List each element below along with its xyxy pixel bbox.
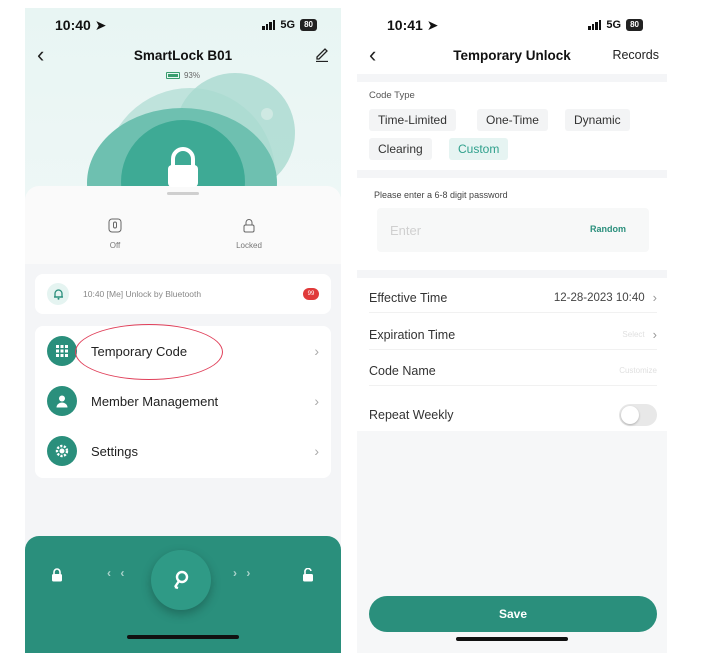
page-title: SmartLock B01 [133, 47, 233, 63]
nav-bar: ‹ SmartLock B01 [25, 42, 341, 68]
door-state: Off [75, 218, 155, 250]
expiration-time-placeholder: Select [622, 330, 645, 339]
network-label: 5G [280, 19, 296, 31]
code-type-one-time[interactable]: One-Time [477, 109, 548, 131]
battery-level: 93% [25, 71, 341, 80]
hero-bubble [261, 108, 273, 120]
annotation-circle [75, 324, 223, 380]
status-bar: 10:40 ➤ 5G 80 [25, 8, 341, 42]
swipe-left-arrows: ‹ ‹ [107, 566, 128, 580]
signal-icon [588, 20, 602, 30]
code-type-label: Code Type [369, 90, 415, 101]
keypad-icon [47, 336, 77, 366]
location-arrow-icon: ➤ [94, 16, 107, 33]
code-type-clearing[interactable]: Clearing [369, 138, 432, 160]
menu-label: Member Management [91, 393, 219, 409]
chevron-right-icon: › [652, 327, 657, 342]
battery-level-icon [165, 72, 180, 79]
door-sensor-icon [108, 218, 122, 233]
drag-handle[interactable] [167, 192, 199, 195]
bell-icon [47, 283, 69, 305]
section-divider [357, 74, 667, 82]
lock-state-label: Locked [236, 241, 262, 250]
lock-open-icon[interactable] [302, 568, 314, 582]
effective-time-row[interactable]: Effective Time 12-28-2023 10:40 › [369, 283, 657, 313]
lock-closed-icon[interactable] [51, 568, 63, 582]
random-button[interactable]: Random [590, 224, 626, 234]
log-badge: 99 [303, 288, 319, 300]
expiration-time-row[interactable]: Expiration Time Select › [369, 320, 657, 350]
repeat-weekly-label: Repeat Weekly [369, 408, 454, 422]
menu-label: Settings [91, 443, 138, 459]
code-type-dynamic[interactable]: Dynamic [565, 109, 630, 131]
log-text: 10:40 [Me] Unlock by Bluetooth [83, 289, 202, 299]
status-time: 10:40 [55, 16, 91, 33]
save-button[interactable]: Save [369, 596, 657, 632]
effective-time-label: Effective Time [369, 290, 448, 305]
code-name-row[interactable]: Code Name Customize [369, 356, 657, 386]
unlock-log-card[interactable]: 10:40 [Me] Unlock by Bluetooth 99 [35, 274, 331, 314]
effective-time-value: 12-28-2023 10:40 [553, 291, 645, 304]
code-name-placeholder: Customize [619, 366, 657, 375]
chevron-right-icon: › [314, 343, 319, 359]
chevron-right-icon: › [652, 290, 657, 305]
code-type-time-limited[interactable]: Time-Limited [369, 109, 456, 131]
expiration-time-label: Expiration Time [369, 327, 456, 342]
key-icon [174, 570, 189, 590]
chevron-right-icon: › [314, 393, 319, 409]
code-name-label: Code Name [369, 363, 436, 378]
network-label: 5G [606, 19, 622, 31]
battery-icon: 80 [300, 19, 317, 31]
repeat-weekly-row: Repeat Weekly [369, 400, 657, 430]
home-indicator [456, 637, 568, 641]
status-bar: 10:41 ➤ 5G 80 [357, 8, 667, 42]
section-divider [357, 270, 667, 278]
lock-icon[interactable] [163, 146, 203, 188]
key-unlock-button[interactable] [151, 550, 211, 610]
location-arrow-icon: ➤ [426, 16, 439, 33]
temporary-unlock-screen: 10:41 ➤ 5G 80 ‹ Temporary Unlock Records… [357, 8, 667, 653]
gear-icon [47, 436, 77, 466]
status-time: 10:41 [387, 16, 423, 33]
page-title: Temporary Unlock [453, 47, 571, 63]
home-indicator [127, 635, 239, 639]
password-label: Please enter a 6-8 digit password [374, 190, 508, 200]
nav-bar: ‹ Temporary Unlock Records [357, 42, 667, 68]
battery-icon: 80 [626, 19, 643, 31]
menu-item-settings[interactable]: Settings › [35, 426, 331, 476]
menu-item-member-management[interactable]: Member Management › [35, 376, 331, 426]
lock-state-panel: Off Locked [25, 186, 341, 264]
battery-percent: 93% [183, 71, 200, 80]
chevron-right-icon: › [314, 443, 319, 459]
repeat-weekly-toggle[interactable] [619, 404, 657, 426]
person-icon [47, 386, 77, 416]
smartlock-screen: 10:40 ➤ 5G 80 ‹ SmartLock B01 93% Off Lo… [25, 8, 341, 653]
swipe-right-arrows: › › [233, 566, 254, 580]
signal-icon [262, 20, 276, 30]
lock-state-icon [243, 219, 255, 233]
back-button[interactable]: ‹ [369, 44, 376, 66]
back-button[interactable]: ‹ [37, 44, 44, 66]
edit-icon[interactable] [315, 46, 329, 62]
unlock-bar: ‹ ‹ › › [25, 536, 341, 653]
code-type-custom[interactable]: Custom [449, 138, 509, 160]
door-state-label: Off [109, 241, 121, 250]
records-link[interactable]: Records [612, 48, 659, 62]
section-divider [357, 170, 667, 178]
lock-state: Locked [209, 218, 289, 250]
